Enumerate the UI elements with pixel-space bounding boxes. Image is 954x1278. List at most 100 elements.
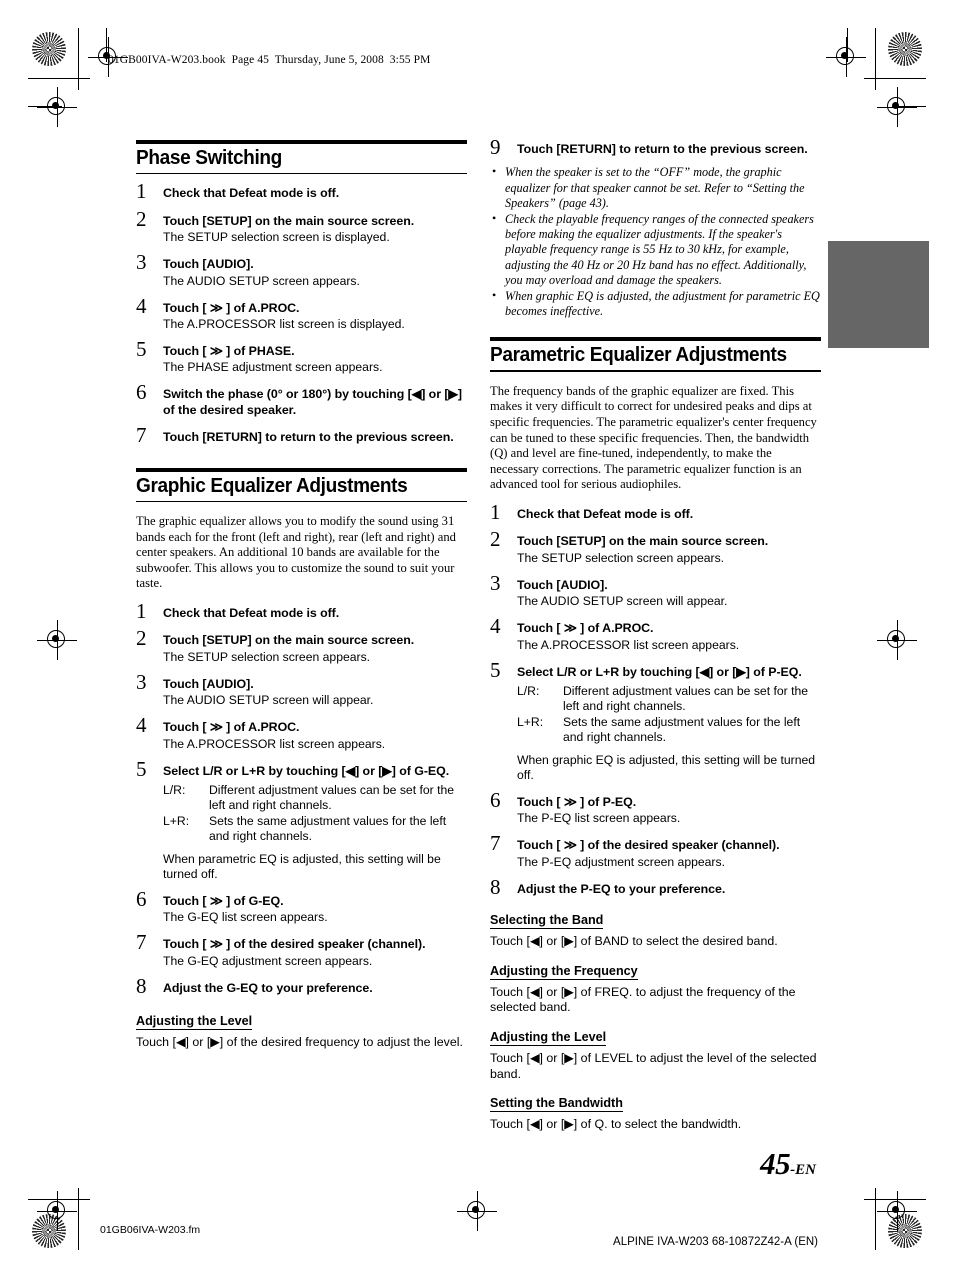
step-number: 6: [136, 887, 147, 912]
step-title: Check that Defeat mode is off.: [517, 506, 694, 521]
page-number-suffix: -EN: [790, 1162, 816, 1178]
page-number-value: 45: [760, 1146, 791, 1181]
step-key: AUDIO: [560, 577, 601, 592]
note-bullet: When the speaker is set to the “OFF” mod…: [490, 164, 821, 211]
registration-mark-bottom-left: [37, 1191, 77, 1231]
step-desc: The A.PROCESSOR list screen appears.: [517, 637, 740, 652]
step-text-post: ] on the main source screen.: [247, 213, 415, 228]
step-item: 6 Touch [ ≫ ] of P-EQ. The P-EQ list scr…: [490, 790, 821, 826]
registration-mark-bottom-center: [457, 1191, 497, 1231]
step-item: 2 Touch [SETUP] on the main source scree…: [490, 529, 821, 565]
step-item: 3 Touch [AUDIO]. The AUDIO SETUP screen …: [136, 671, 467, 708]
print-header-code: 01GB00IVA-W203.book Page 45 Thursday, Ju…: [108, 54, 431, 66]
definition-value: Sets the same adjustment values for the …: [563, 715, 801, 745]
step-number: 9: [490, 135, 501, 159]
registration-mark-top-left-2: [37, 87, 77, 127]
step-title: Adjust the P-EQ to your preference.: [517, 881, 726, 896]
step-number: 5: [136, 756, 147, 781]
step-text-pre: Touch [: [163, 257, 207, 272]
step-desc: The PHASE adjustment screen appears.: [163, 360, 383, 375]
step-number: 7: [136, 930, 147, 955]
right-column: 9 Touch [ RETURN] to return to the previo…: [490, 137, 821, 1133]
step-number: 3: [136, 669, 147, 694]
definition-key: L+R:: [163, 814, 190, 829]
step-item: 8 Adjust the G-EQ to your preference.: [136, 975, 467, 996]
step-text-post: ] to return to the previous screen.: [611, 142, 808, 156]
step-title: Touch [SETUP] on the main source screen.: [163, 214, 467, 229]
definition-key: L+R:: [517, 715, 544, 730]
step-number: 2: [136, 626, 147, 651]
step-number: 8: [136, 973, 147, 998]
subsection: Selecting the Band Touch [◀] or [▶] of B…: [490, 899, 821, 950]
note-bullet-text: When the speaker is set to the “OFF” mod…: [505, 165, 805, 210]
definition-row: L+R: Sets the same adjustment values for…: [517, 715, 821, 745]
step-title: Touch [ ≫ ] of PHASE.: [163, 344, 295, 359]
step-key: RETURN: [560, 142, 612, 156]
rosette-mark-top-right: [888, 32, 922, 66]
step-key: SETUP: [206, 633, 248, 648]
subsection-body: Touch [◀] or [▶] of LEVEL to adjust the …: [490, 1051, 817, 1081]
section-title: Phase Switching: [136, 146, 282, 169]
step-item: 1 Check that Defeat mode is off.: [490, 501, 821, 522]
heading-rule-bottom: [490, 370, 821, 372]
step-desc: The SETUP selection screen is displayed.: [163, 230, 390, 245]
step-text-post: ] on the main source screen.: [601, 534, 769, 549]
step-title: Touch [ ≫ ] of the desired speaker (chan…: [517, 838, 780, 853]
note-bullet: When graphic EQ is adjusted, the adjustm…: [490, 288, 821, 319]
step-desc: The AUDIO SETUP screen appears.: [163, 273, 360, 288]
step-desc: The AUDIO SETUP screen will appear.: [517, 594, 728, 609]
registration-mark-mid-left: [37, 620, 77, 660]
step-number: 5: [136, 337, 147, 362]
step-title: Touch [AUDIO].: [163, 677, 467, 692]
step-item: 3 Touch [AUDIO]. The AUDIO SETUP screen …: [490, 572, 821, 609]
subsection-heading: Adjusting the Level: [136, 1014, 253, 1031]
section-intro: The graphic equalizer allows you to modi…: [136, 514, 456, 591]
step-text-post: ].: [600, 577, 608, 592]
step-title: Touch [ ≫ ] of G-EQ.: [163, 894, 284, 909]
step-text-pre: Touch [: [163, 633, 207, 648]
heading-rule-bottom: [136, 173, 467, 175]
subsection: Adjusting the Level Touch [◀] or [▶] of …: [490, 1016, 821, 1082]
step-text-post: ] on the main source screen.: [247, 633, 415, 648]
definition-note: When parametric EQ is adjusted, this set…: [163, 852, 441, 882]
step-item: 4 Touch [ ≫ ] of A.PROC. The A.PROCESSOR…: [136, 295, 467, 332]
definition-note: When graphic EQ is adjusted, this settin…: [517, 753, 816, 783]
step-title: Adjust the G-EQ to your preference.: [163, 980, 373, 995]
section-heading-parametric-equalizer: Parametric Equalizer Adjustments: [490, 337, 821, 372]
step-item: 3 Touch [AUDIO]. The AUDIO SETUP screen …: [136, 252, 467, 288]
step-title: Check that Defeat mode is off.: [163, 606, 340, 620]
step-text-pre: Touch [: [517, 534, 561, 549]
step-item: 7 Touch [RETURN] to return to the previo…: [136, 425, 467, 446]
step-title: Touch [ ≫ ] of A.PROC.: [163, 300, 300, 315]
registration-mark-mid-right: [877, 620, 917, 660]
step-item: 5 Select L/R or L+R by touching [◀] or […: [136, 758, 467, 882]
step-desc: The SETUP selection screen appears.: [163, 649, 371, 664]
step-number: 7: [490, 831, 501, 856]
step-item: 1 Check that Defeat mode is off.: [136, 181, 467, 202]
footer-filename: 01GB06IVA-W203.fm: [100, 1224, 201, 1236]
step-number: 1: [136, 599, 147, 623]
rosette-mark-top-left: [32, 32, 66, 66]
step-title: Touch [SETUP] on the main source screen.: [163, 633, 467, 648]
step-desc: The A.PROCESSOR list screen is displayed…: [163, 317, 405, 332]
step-number: 3: [136, 250, 147, 275]
step-desc: The SETUP selection screen appears.: [517, 550, 725, 565]
step-text-post: ] to return to the previous screen.: [257, 430, 454, 445]
note-bullet-text: Check the playable frequency ranges of t…: [505, 212, 814, 287]
subsection-body: Touch [◀] or [▶] of BAND to select the d…: [490, 934, 778, 949]
definition-list: L/R: Different adjustment values can be …: [163, 783, 467, 844]
step-title: Touch [AUDIO].: [517, 578, 821, 593]
definition-key: L/R:: [517, 684, 540, 699]
step-desc: The P-EQ list screen appears.: [517, 811, 681, 826]
step-key: SETUP: [560, 534, 602, 549]
step-text-pre: Touch [: [163, 213, 207, 228]
step-number: 8: [490, 874, 501, 899]
step-desc: The AUDIO SETUP screen will appear.: [163, 693, 374, 708]
definition-row: L+R: Sets the same adjustment values for…: [163, 814, 467, 844]
registration-mark-top-right-2: [877, 87, 917, 127]
step-number: 2: [136, 206, 147, 231]
definition-value: Different adjustment values can be set f…: [209, 783, 455, 813]
subsection: Setting the Bandwidth Touch [◀] or [▶] o…: [490, 1082, 821, 1133]
step-item: 4 Touch [ ≫ ] of A.PROC. The A.PROCESSOR…: [490, 616, 821, 652]
definition-value: Different adjustment values can be set f…: [563, 684, 809, 714]
